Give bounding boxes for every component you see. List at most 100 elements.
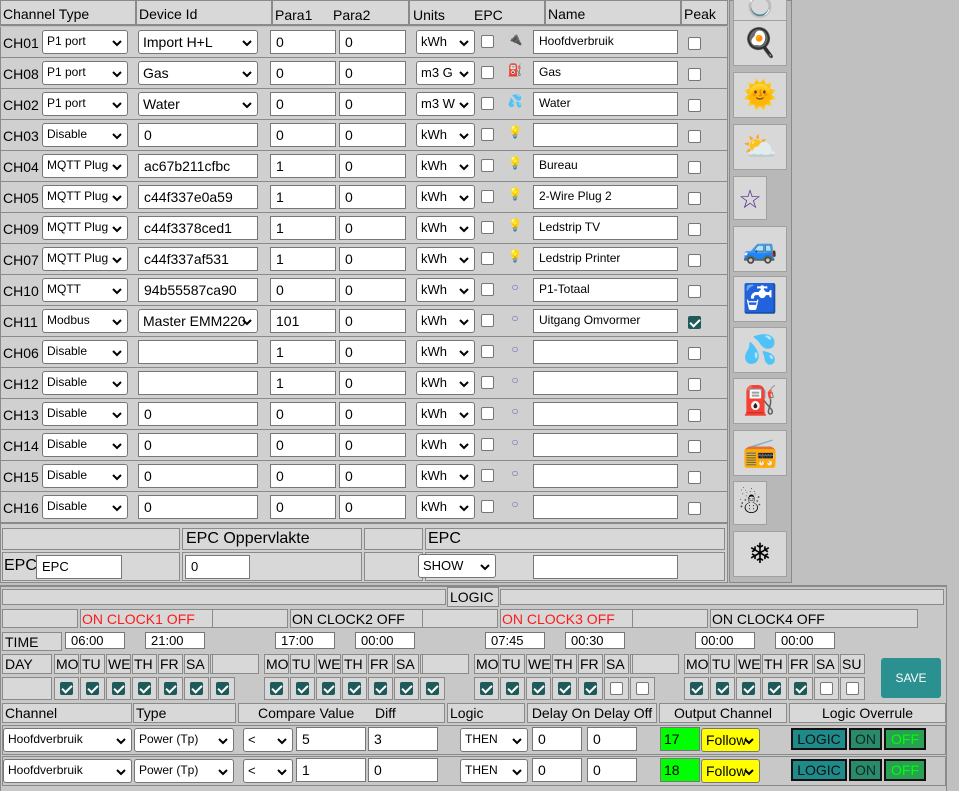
peak-checkbox[interactable] [688,440,701,453]
snowflake-icon[interactable]: ❄ [733,531,787,577]
name-input[interactable]: Ledstrip Printer [533,247,678,271]
device-id-input[interactable]: 0 [138,433,258,457]
sink-icon[interactable]: 🚰 [733,276,787,322]
peak-checkbox[interactable] [688,223,701,236]
peak-checkbox[interactable] [688,502,701,515]
device-id-select[interactable]: Master EMM220 [138,309,258,333]
epc-checkbox[interactable] [481,500,494,513]
clock-off-time[interactable]: 00:00 [355,632,415,649]
para1-input[interactable]: 1 [270,216,336,240]
channel-type-select[interactable]: P1 port [42,30,128,54]
para2-input[interactable]: 0 [339,433,406,457]
day-checkbox[interactable] [768,682,781,695]
device-id-input[interactable] [138,340,258,364]
epc-input[interactable]: EPC [36,555,122,579]
para2-input[interactable]: 0 [339,61,406,85]
device-id-input[interactable]: 0 [138,464,258,488]
day-checkbox[interactable] [322,682,335,695]
day-checkbox[interactable] [374,682,387,695]
rule-type-select[interactable]: Power (Tp) [134,728,234,752]
peak-checkbox[interactable] [688,285,701,298]
day-checkbox[interactable] [584,682,597,695]
para2-input[interactable]: 0 [339,309,406,333]
device-id-input[interactable]: c44f337af531 [138,247,258,271]
rule-operator-select[interactable]: < [243,759,293,783]
epc-checkbox[interactable] [481,66,494,79]
rule-operator-select[interactable]: < [243,728,293,752]
para1-input[interactable]: 0 [270,30,336,54]
day-checkbox[interactable] [138,682,151,695]
para2-input[interactable]: 0 [339,92,406,116]
channel-type-select[interactable]: Disable [42,464,128,488]
name-input[interactable] [533,123,678,147]
ring-icon[interactable]: 💍 [733,0,787,22]
day-checkbox[interactable] [216,682,229,695]
day-checkbox[interactable] [610,682,623,695]
device-id-input[interactable]: c44f3378ced1 [138,216,258,240]
units-select[interactable]: kWh [416,216,475,240]
sun-cloud-icon[interactable]: ⛅ [733,124,787,170]
name-input[interactable] [533,340,678,364]
epc-name-input[interactable] [533,555,678,579]
name-input[interactable] [533,371,678,395]
day-checkbox[interactable] [60,682,73,695]
overrule-on-button[interactable]: ON [849,759,882,781]
rule-output-mode-select[interactable]: Follow [701,759,760,783]
peak-checkbox[interactable] [688,68,701,81]
para1-input[interactable]: 101 [270,309,336,333]
units-select[interactable]: kWh [416,123,475,147]
day-checkbox[interactable] [400,682,413,695]
save-button[interactable]: SAVE [881,658,941,698]
name-input[interactable]: Uitgang Omvormer [533,309,678,333]
channel-type-select[interactable]: Disable [42,402,128,426]
day-checkbox[interactable] [690,682,703,695]
clock-on-time[interactable]: 00:00 [695,632,755,649]
name-input[interactable] [533,464,678,488]
epc-checkbox[interactable] [481,469,494,482]
fuel-pump-icon[interactable]: ⛽ [733,378,787,424]
clock-on-time[interactable]: 06:00 [65,632,125,649]
day-checkbox[interactable] [716,682,729,695]
para2-input[interactable]: 0 [339,464,406,488]
units-select[interactable]: m3 G [416,61,475,85]
rule-delay-on[interactable]: 0 [532,727,582,751]
name-input[interactable] [533,495,678,519]
day-checkbox[interactable] [296,682,309,695]
peak-checkbox[interactable] [688,409,701,422]
rule-logic-select[interactable]: THEN [460,759,528,783]
device-id-select[interactable]: Gas [138,61,258,85]
para2-input[interactable]: 0 [339,185,406,209]
units-select[interactable]: kWh [416,247,475,271]
units-select[interactable]: kWh [416,402,475,426]
rule-compare-value[interactable]: 1 [296,758,366,782]
day-checkbox[interactable] [558,682,571,695]
channel-type-select[interactable]: MQTT Plug [42,185,128,209]
para1-input[interactable]: 1 [270,154,336,178]
day-checkbox[interactable] [164,682,177,695]
sun-face-icon[interactable]: 🌞 [733,72,787,118]
epc-checkbox[interactable] [481,128,494,141]
clock-on-time[interactable]: 17:00 [275,632,335,649]
name-input[interactable]: Bureau [533,154,678,178]
rule-type-select[interactable]: Power (Tp) [134,759,234,783]
para1-input[interactable]: 0 [270,464,336,488]
device-id-input[interactable]: c44f337e0a59 [138,185,258,209]
units-select[interactable]: kWh [416,340,475,364]
day-checkbox[interactable] [532,682,545,695]
device-id-input[interactable]: ac67b211cfbc [138,154,258,178]
units-select[interactable]: kWh [416,309,475,333]
snowman-icon[interactable]: ☃ [733,481,767,525]
epc-show-select[interactable]: SHOW [418,554,496,578]
day-checkbox[interactable] [636,682,649,695]
epc-checkbox[interactable] [481,159,494,172]
radio-icon[interactable]: 📻 [733,430,787,476]
epc-checkbox[interactable] [481,345,494,358]
name-input[interactable]: 2-Wire Plug 2 [533,185,678,209]
star-icon[interactable]: ☆ [733,176,767,220]
name-input[interactable] [533,433,678,457]
day-checkbox[interactable] [112,682,125,695]
para1-input[interactable]: 1 [270,247,336,271]
para2-input[interactable]: 0 [339,278,406,302]
day-checkbox[interactable] [426,682,439,695]
peak-checkbox[interactable] [688,130,701,143]
